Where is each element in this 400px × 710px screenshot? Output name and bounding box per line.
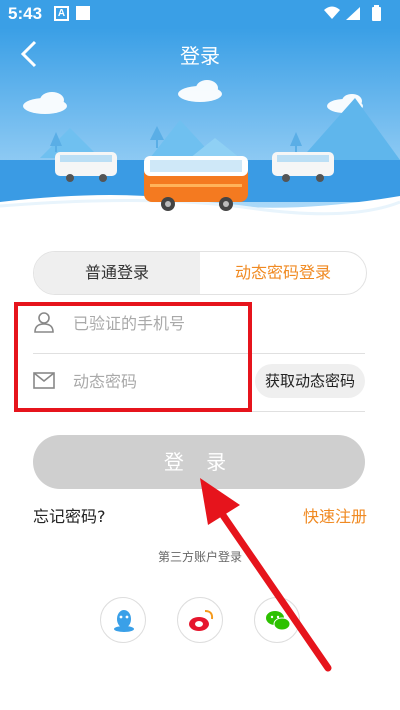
- tab-dynamic-password-login[interactable]: 动态密码登录: [200, 252, 366, 294]
- login-button[interactable]: 登 录: [33, 435, 365, 489]
- tab-normal-login[interactable]: 普通登录: [34, 252, 200, 294]
- forgot-password-link[interactable]: 忘记密码?: [33, 503, 106, 527]
- wifi-icon: [324, 6, 340, 19]
- status-time: 5:43: [8, 4, 43, 23]
- third-party-login-label: 第三方账户登录: [157, 550, 242, 564]
- weibo-icon: [189, 610, 214, 631]
- notification-a-icon: A: [54, 6, 69, 21]
- page-title: 登录: [180, 46, 220, 68]
- signal-icon: [346, 7, 360, 20]
- weibo-login-button[interactable]: [177, 597, 223, 643]
- annotation-highlight-box: [14, 302, 252, 412]
- status-icons: [322, 5, 392, 27]
- get-code-button[interactable]: 获取动态密码: [255, 364, 365, 398]
- login-mode-tabs: 普通登录 动态密码登录: [33, 251, 367, 295]
- wechat-login-button[interactable]: [254, 597, 300, 643]
- battery-icon: [372, 5, 381, 21]
- quick-register-link[interactable]: 快速注册: [303, 503, 367, 527]
- wechat-icon: [266, 611, 291, 631]
- status-bar: 5:43 A: [0, 0, 400, 28]
- qq-login-button[interactable]: [100, 597, 146, 643]
- qq-icon: [114, 610, 134, 632]
- notification-square-icon: [76, 6, 90, 20]
